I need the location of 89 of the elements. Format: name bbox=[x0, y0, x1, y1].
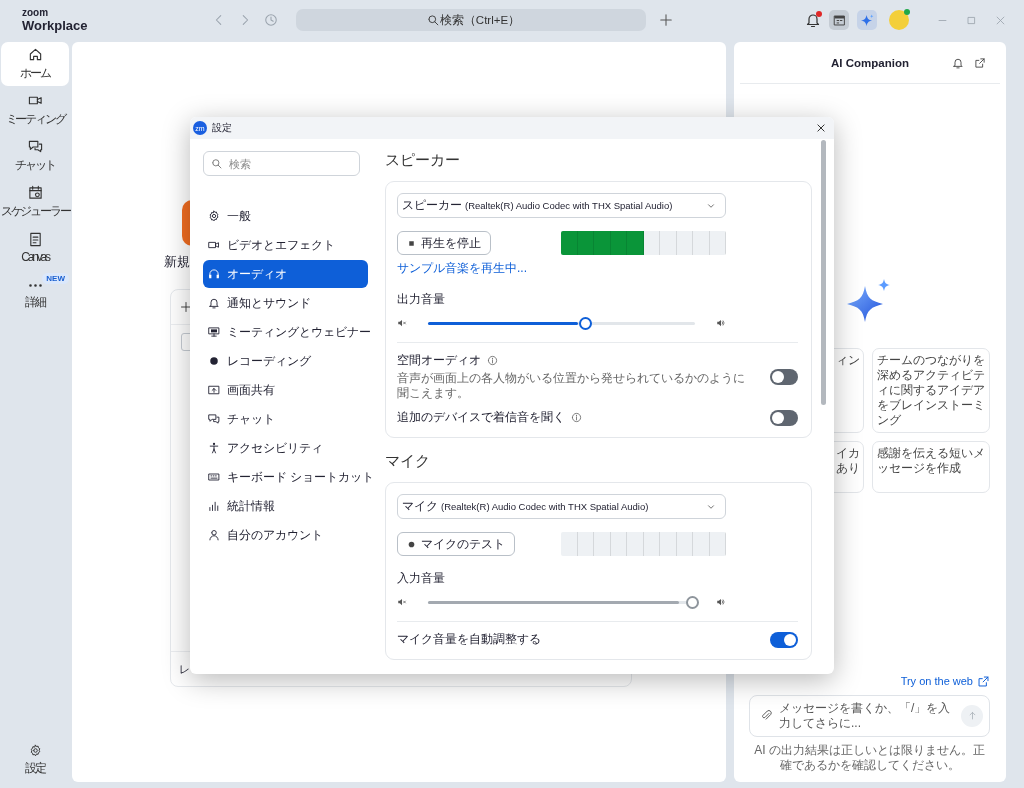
option-description: 音声が画面上の各人物がいる位置から発せられているかのように聞こえます。 bbox=[397, 371, 746, 401]
share-screen-icon bbox=[208, 384, 220, 396]
speaker-mute-icon bbox=[397, 597, 407, 607]
brand-name: zoom bbox=[22, 8, 49, 18]
toggle-switch[interactable] bbox=[770, 368, 798, 385]
dialog-title: 設定 bbox=[212, 121, 232, 135]
rail-item[interactable]: NEW 詳細 bbox=[1, 272, 69, 316]
new-badge: NEW bbox=[42, 273, 69, 284]
toggle-switch[interactable] bbox=[770, 409, 798, 426]
rail-item[interactable]: チャット bbox=[1, 134, 69, 178]
nav-item[interactable]: 一般 bbox=[203, 202, 368, 230]
rail-item[interactable]: ミーティング bbox=[1, 88, 69, 132]
suggestion-card[interactable]: 感謝を伝える短いメッセージを作成 bbox=[872, 441, 990, 493]
test-button[interactable]: 再生を停止 bbox=[397, 231, 491, 255]
bell-icon[interactable] bbox=[805, 12, 821, 28]
list-footer-text: レ bbox=[179, 661, 190, 677]
settings-icon bbox=[28, 743, 42, 757]
nav-item[interactable]: 画面共有 bbox=[203, 376, 368, 404]
panel-title: AI Companion bbox=[831, 56, 909, 69]
external-link-icon[interactable] bbox=[977, 674, 990, 688]
volume-label: 入力音量 bbox=[397, 570, 445, 587]
plus-icon[interactable] bbox=[180, 301, 192, 313]
speaker-mute-icon bbox=[397, 318, 407, 328]
nav-item[interactable]: レコーディング bbox=[203, 347, 368, 375]
info-icon[interactable] bbox=[571, 412, 582, 423]
nav-item[interactable]: 通知とサウンド bbox=[203, 289, 368, 317]
rail-item[interactable]: スケジューラー bbox=[1, 180, 69, 224]
nav-item[interactable]: アクセシビリティ bbox=[203, 434, 368, 462]
gear-icon bbox=[208, 210, 220, 222]
chat-icon bbox=[27, 138, 43, 154]
toggle-switch[interactable] bbox=[770, 631, 798, 648]
option-label: 空間オーディオ bbox=[397, 352, 481, 369]
nav-item[interactable]: ビデオとエフェクト bbox=[203, 231, 368, 259]
device-dropdown[interactable]: マイク (Realtek(R) Audio Codec with THX Spatial Audio) bbox=[397, 494, 726, 519]
suggestion-card[interactable]: チームのつながりを深めるアクティビティに関するアイデアをブレインストーミング bbox=[872, 348, 990, 433]
status-link[interactable]: サンプル音楽を再生中... bbox=[397, 260, 527, 277]
search-icon bbox=[427, 14, 439, 26]
option-label: マイク音量を自動調整する bbox=[397, 631, 541, 648]
monitor-icon bbox=[208, 326, 220, 338]
speaker-loud-icon bbox=[716, 597, 726, 607]
search-icon bbox=[211, 158, 222, 169]
settings-item[interactable]: 設定 bbox=[1, 738, 69, 782]
external-link-icon[interactable] bbox=[974, 56, 986, 69]
avatar[interactable] bbox=[889, 10, 909, 30]
bell-icon[interactable] bbox=[952, 56, 964, 69]
record-icon bbox=[407, 539, 416, 549]
option-label: 追加のデバイスで着信音を聞く bbox=[397, 409, 565, 426]
test-button[interactable]: マイクのテスト bbox=[397, 532, 515, 556]
stop-icon bbox=[407, 238, 416, 248]
volume-label: 出力音量 bbox=[397, 291, 445, 308]
device-dropdown[interactable]: スピーカー (Realtek(R) Audio Codec with THX Spatial Audio) bbox=[397, 193, 726, 218]
info-icon[interactable] bbox=[487, 355, 498, 366]
person-icon bbox=[208, 442, 220, 454]
calendar-icon bbox=[27, 184, 43, 200]
nav-item[interactable]: 統計情報 bbox=[203, 492, 368, 520]
video-camera-icon bbox=[208, 239, 220, 251]
nav-item[interactable]: 自分のアカウント bbox=[203, 521, 368, 549]
disclaimer-text: AI の出力結果は正しいとは限りません。正確であるかを確認してください。 bbox=[753, 742, 986, 774]
new-label: 新規 bbox=[164, 254, 190, 271]
bell-icon bbox=[208, 297, 220, 309]
chat-icon bbox=[208, 413, 220, 425]
message-box[interactable]: メッセージを書くか、「/」を入力してさらに... bbox=[749, 694, 990, 737]
search-field[interactable]: 検索 bbox=[203, 151, 360, 176]
panel-icon[interactable] bbox=[829, 10, 849, 30]
more-icon bbox=[28, 283, 42, 287]
section-heading: マイク bbox=[385, 452, 431, 470]
sparkle-button[interactable] bbox=[857, 10, 877, 30]
rail-item[interactable]: ホーム bbox=[1, 42, 69, 86]
search-field[interactable]: 検索（Ctrl+E） bbox=[296, 9, 646, 31]
sparkle-icon bbox=[859, 12, 875, 28]
rail-item[interactable]: Canvas bbox=[1, 226, 69, 270]
close-icon[interactable] bbox=[816, 123, 826, 133]
nav-item[interactable]: オーディオ bbox=[203, 260, 368, 288]
product-name: Workplace bbox=[22, 19, 88, 32]
headphones-icon bbox=[208, 268, 220, 280]
slider-thumb[interactable] bbox=[579, 317, 593, 330]
section-heading: スピーカー bbox=[385, 151, 461, 169]
keyboard-icon bbox=[208, 471, 220, 483]
scrollbar-thumb[interactable] bbox=[821, 140, 826, 405]
nav-item[interactable]: チャット bbox=[203, 405, 368, 433]
paperclip-icon[interactable] bbox=[760, 709, 773, 723]
nav-item[interactable]: ミーティングとウェビナー bbox=[203, 318, 368, 346]
try-on-web-link[interactable]: Try on the web bbox=[900, 675, 973, 688]
document-icon bbox=[27, 232, 43, 247]
bar-chart-icon bbox=[208, 500, 220, 512]
speaker-loud-icon bbox=[716, 318, 726, 328]
record-icon bbox=[208, 355, 220, 367]
user-icon bbox=[208, 529, 220, 541]
home-icon bbox=[27, 46, 43, 62]
